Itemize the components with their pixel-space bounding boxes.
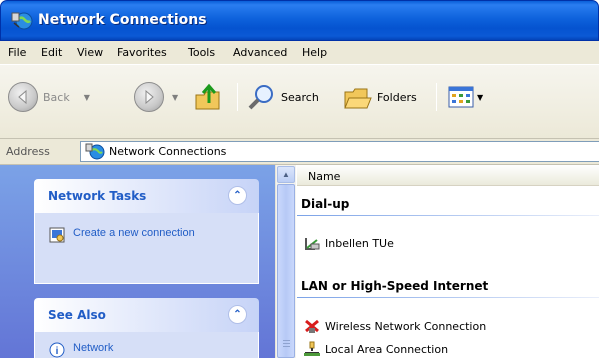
menu-tools[interactable]: Tools xyxy=(188,46,215,59)
task-pane: Network Tasks ⌃ Create a new connection … xyxy=(0,165,275,358)
menu-file[interactable]: File xyxy=(8,46,26,59)
search-label: Search xyxy=(281,90,319,104)
address-value: Network Connections xyxy=(109,145,227,158)
up-folder-icon xyxy=(195,83,220,110)
up-folder-button[interactable] xyxy=(193,79,225,115)
menu-help[interactable]: Help xyxy=(302,46,327,59)
list-item[interactable]: Wireless Network Connection xyxy=(303,318,486,334)
chevron-down-icon[interactable]: ▼ xyxy=(84,93,90,102)
forward-arrow-icon xyxy=(134,82,164,112)
menu-favorites[interactable]: Favorites xyxy=(117,46,167,59)
search-button[interactable]: Search xyxy=(247,79,319,115)
create-connection-label: Create a new connection xyxy=(73,227,195,239)
connections-list: Name Dial-up Inbellen TUe LAN or High-Sp… xyxy=(297,165,599,358)
see-also-body: i Network xyxy=(34,332,259,358)
back-label: Back xyxy=(43,90,70,104)
chevron-down-icon[interactable]: ▼ xyxy=(477,93,483,102)
toolbar: Back ▼ ▼ Search Folders ▼ xyxy=(0,65,599,139)
connection-name: Inbellen TUe xyxy=(325,236,394,250)
search-icon xyxy=(248,85,273,110)
list-item[interactable]: Local Area Connection xyxy=(303,341,448,357)
collapse-icon[interactable]: ⌃ xyxy=(228,186,247,205)
create-connection-link[interactable]: Create a new connection xyxy=(49,227,203,243)
network-link-label: Network xyxy=(73,342,114,354)
network-connections-icon xyxy=(85,143,105,164)
window-title: Network Connections xyxy=(38,12,207,28)
see-also-panel: See Also ⌃ i Network xyxy=(34,298,259,358)
svg-text:i: i xyxy=(56,346,59,357)
group-divider xyxy=(297,215,599,216)
folders-label: Folders xyxy=(377,90,417,104)
address-label: Address xyxy=(6,145,50,158)
connection-name: Wireless Network Connection xyxy=(325,319,487,333)
folders-button[interactable]: Folders xyxy=(343,79,417,115)
network-tasks-body: Create a new connection xyxy=(34,213,259,284)
menu-edit[interactable]: Edit xyxy=(41,46,62,59)
vertical-scrollbar[interactable]: ▲ xyxy=(275,165,296,358)
menu-advanced[interactable]: Advanced xyxy=(233,46,287,59)
back-button[interactable]: Back ▼ xyxy=(8,79,90,115)
see-also-title: See Also xyxy=(48,308,106,322)
network-tasks-header[interactable]: Network Tasks ⌃ xyxy=(34,179,259,213)
scroll-up-icon[interactable]: ▲ xyxy=(277,166,295,183)
see-also-header[interactable]: See Also ⌃ xyxy=(34,298,259,332)
title-bar[interactable]: Network Connections xyxy=(0,0,599,41)
dialup-connection-icon xyxy=(305,238,320,250)
lan-connection-icon xyxy=(304,341,320,356)
group-header-dialup: Dial-up xyxy=(301,197,350,211)
network-link[interactable]: i Network xyxy=(49,342,113,358)
collapse-icon[interactable]: ⌃ xyxy=(228,305,247,324)
wireless-disconnected-icon xyxy=(305,319,319,333)
folders-icon xyxy=(344,88,372,109)
group-header-lan: LAN or High-Speed Internet xyxy=(301,279,489,293)
group-divider xyxy=(297,297,599,298)
forward-button[interactable]: ▼ xyxy=(134,79,178,115)
address-input[interactable]: Network Connections xyxy=(80,141,599,162)
network-tasks-title: Network Tasks xyxy=(48,189,147,203)
column-header-name[interactable]: Name xyxy=(297,165,599,186)
views-icon xyxy=(448,86,474,108)
network-connections-icon xyxy=(11,11,33,31)
address-bar: Address Network Connections xyxy=(0,139,599,165)
chevron-down-icon[interactable]: ▼ xyxy=(172,93,178,102)
connection-name: Local Area Connection xyxy=(325,342,449,356)
list-item[interactable]: Inbellen TUe xyxy=(303,235,394,251)
menu-bar: File Edit View Favorites Tools Advanced … xyxy=(0,41,599,65)
scroll-thumb[interactable] xyxy=(277,184,295,358)
new-connection-icon xyxy=(49,227,65,243)
menu-view[interactable]: View xyxy=(77,46,103,59)
back-arrow-icon xyxy=(8,82,38,112)
views-button[interactable]: ▼ xyxy=(447,79,483,115)
info-icon: i xyxy=(49,342,65,358)
network-tasks-panel: Network Tasks ⌃ Create a new connection xyxy=(34,179,259,284)
